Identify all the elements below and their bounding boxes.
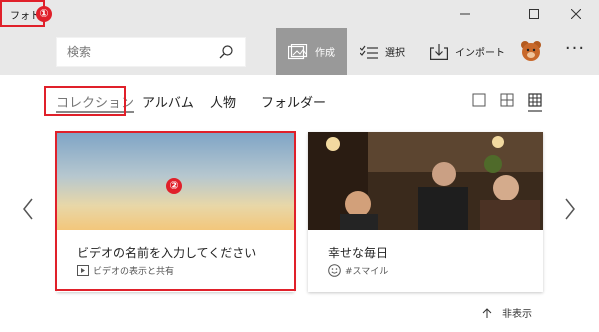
- create-button[interactable]: 作成: [276, 28, 347, 75]
- card-subtitle: #スマイル: [328, 264, 388, 277]
- close-icon: [571, 9, 581, 19]
- view-small-icon[interactable]: [472, 93, 486, 107]
- select-label: 選択: [385, 48, 405, 59]
- previous-arrow[interactable]: [22, 198, 34, 226]
- view-active-indicator: [528, 110, 542, 112]
- tab-collection-label: コレクション: [56, 96, 135, 111]
- card-subtitle-text: #スマイル: [345, 267, 389, 277]
- chevron-right-icon: [565, 198, 575, 220]
- card-subtitle-text: ビデオの表示と共有: [93, 267, 175, 277]
- import-button[interactable]: インポート: [430, 28, 505, 75]
- search-icon[interactable]: [219, 45, 233, 59]
- chevron-left-icon: [23, 198, 33, 220]
- smiley-icon: [328, 264, 341, 277]
- view-medium-icon[interactable]: [500, 93, 514, 107]
- memory-card[interactable]: 幸せな毎日 #スマイル: [308, 132, 543, 292]
- hide-button[interactable]: 非表示: [482, 305, 532, 320]
- video-card[interactable]: ビデオの名前を入力してください ビデオの表示と共有: [57, 132, 294, 292]
- maximize-icon: [529, 9, 539, 19]
- select-list-icon: [360, 45, 378, 59]
- view-large-icon[interactable]: [528, 93, 542, 107]
- bear-avatar-icon: [521, 41, 541, 61]
- import-icon: [430, 43, 448, 60]
- title-bar: フォト: [0, 0, 599, 28]
- tab-collection[interactable]: コレクション: [56, 92, 135, 113]
- hide-label: 非表示: [502, 309, 532, 320]
- import-label: インポート: [455, 48, 505, 59]
- family-photo: [308, 132, 543, 230]
- family-photo-thumbnail: [308, 132, 543, 230]
- toolbar: 作成 選択 インポート ···: [0, 28, 599, 75]
- arrow-up-icon: [482, 307, 492, 318]
- tab-album[interactable]: アルバム: [142, 92, 194, 111]
- avatar[interactable]: [519, 39, 543, 63]
- annotation-marker-2: ②: [166, 178, 182, 194]
- search-box[interactable]: [56, 37, 246, 67]
- tab-active-indicator: [56, 111, 135, 113]
- maximize-button[interactable]: [515, 0, 553, 28]
- annotation-marker-1: ①: [36, 6, 52, 22]
- card-title: 幸せな毎日: [328, 246, 389, 260]
- next-arrow[interactable]: [564, 198, 576, 226]
- more-options-button[interactable]: ···: [560, 38, 590, 66]
- create-label: 作成: [315, 48, 335, 59]
- search-input[interactable]: [67, 38, 217, 66]
- card-subtitle: ビデオの表示と共有: [77, 264, 174, 277]
- tab-people[interactable]: 人物: [210, 92, 236, 111]
- minimize-icon: [460, 13, 470, 15]
- card-title: ビデオの名前を入力してください: [77, 246, 257, 260]
- select-button[interactable]: 選択: [360, 28, 405, 75]
- video-icon: [77, 265, 89, 276]
- tab-folders[interactable]: フォルダー: [261, 92, 326, 111]
- create-icon: [288, 43, 308, 59]
- close-button[interactable]: [557, 0, 595, 28]
- minimize-button[interactable]: [446, 0, 484, 28]
